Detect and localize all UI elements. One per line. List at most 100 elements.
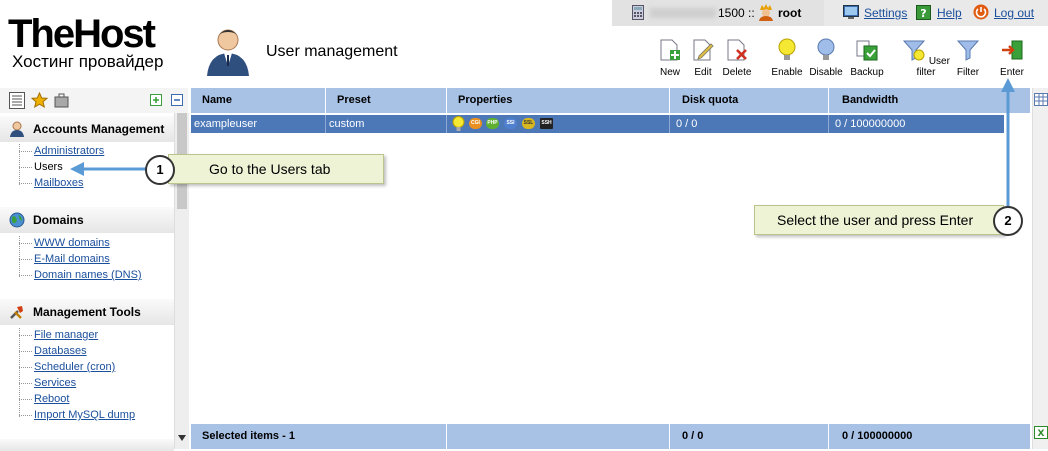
favorites-star-icon[interactable] [31,92,48,109]
footer-bandwidth: 0 / 100000000 [842,430,913,442]
tree-tick [19,167,32,168]
col-disk-quota[interactable]: Disk quota [670,88,829,113]
tree-tick [19,415,32,416]
delete-icon [727,39,747,61]
globe-icon [9,212,25,228]
tools-box-icon[interactable] [54,93,69,108]
tree-tick [19,243,32,244]
disable-button[interactable]: Disable [808,38,844,78]
callout-1: Go to the Users tab [168,154,384,184]
sidebar-item-domain-names-dns[interactable]: Domain names (DNS) [34,268,142,282]
backup-button[interactable]: Backup [849,38,885,78]
collapse-all-icon[interactable] [171,94,183,106]
ssi-badge: SSI [504,118,517,129]
tree-tick [19,183,32,184]
cell-bandwidth: 0 / 100000000 [835,118,906,130]
tree-tick [19,259,32,260]
sidebar-item-users[interactable]: Users [34,160,63,174]
sidebar-item-file-manager[interactable]: File manager [34,328,98,342]
edit-icon [693,39,714,61]
sidebar-item-databases[interactable]: Databases [34,344,87,358]
callout-2: Select the user and press Enter [754,205,1004,235]
page-title: User management [266,43,398,60]
sidebar-item-import-mysql-dump[interactable]: Import MySQL dump [34,408,135,422]
table-footer: Selected items - 1 0 / 0 0 / 100000000 [191,424,1030,449]
svg-text:?: ? [920,7,926,20]
section-next-partial [0,439,174,451]
user-filter-button[interactable]: User filter [902,38,950,78]
tools-icon [10,306,23,319]
ssl-badge: SSL [522,118,535,129]
logout-link[interactable]: Log out [994,6,1034,20]
edit-button[interactable]: Edit [689,38,717,78]
sidebar-item-reboot[interactable]: Reboot [34,392,69,406]
svg-text:X: X [1038,429,1045,439]
sidebar-item-mailboxes[interactable]: Mailboxes [34,176,84,190]
export-excel-icon[interactable]: X [1034,426,1048,439]
delete-button[interactable]: Delete [720,38,754,78]
section-accounts-management[interactable]: Accounts Management [0,116,174,142]
footer-selected-count: Selected items - 1 [191,424,447,449]
logo-subtitle: Хостинг провайдер [12,52,164,71]
sidebar-item-scheduler-cron[interactable]: Scheduler (cron) [34,360,115,374]
table-row[interactable]: exampleuser custom CGI PHP SSI SSL SSH 0… [191,115,1004,133]
sidebar-item-administrators[interactable]: Administrators [34,144,104,158]
backup-icon [856,40,878,61]
col-properties[interactable]: Properties [447,88,670,113]
cell-properties: CGI PHP SSI SSL SSH [447,115,670,133]
username: root [778,6,802,20]
new-button[interactable]: New [656,38,684,78]
settings-link[interactable]: Settings [864,6,907,20]
footer-disk-quota: 0 / 0 [670,424,829,449]
enter-icon [1002,40,1023,60]
list-view-icon[interactable] [9,92,25,109]
table-header: Name Preset Properties Disk quota Bandwi… [191,88,1030,113]
php-badge: PHP [486,118,499,129]
section-domains[interactable]: Domains [0,207,174,233]
table-settings-icon[interactable] [1034,93,1048,106]
sidebar-item-www-domains[interactable]: WWW domains [34,236,110,250]
lightbulb-on-icon [778,38,796,60]
filter-icon [956,40,980,61]
section-management-tools[interactable]: Management Tools [0,299,174,325]
enter-button[interactable]: Enter [996,38,1028,78]
cgi-badge: CGI [469,118,482,129]
sidebar-item-services[interactable]: Services [34,376,76,390]
tree-tick [19,383,32,384]
blurred-id [650,8,716,18]
table-scrollbar[interactable]: X [1032,88,1048,449]
cell-preset: custom [326,115,447,133]
user-info: 1500 :: root [612,0,824,26]
tree-tick [19,151,32,152]
col-bandwidth[interactable]: Bandwidth [829,88,1030,113]
help-link[interactable]: Help [937,6,962,20]
user-filter-icon [902,40,926,61]
calculator-icon [632,5,644,20]
logout-icon[interactable] [973,4,989,20]
sidebar-item-email-domains[interactable]: E-Mail domains [34,252,110,266]
callout-2-number: 2 [993,206,1023,236]
ssh-badge: SSH [540,118,553,129]
lightbulb-off-icon [817,38,835,60]
root-user-icon [759,4,773,21]
enable-button[interactable]: Enable [769,38,805,78]
tree-tick [19,351,32,352]
filter-button[interactable]: Filter [953,38,983,78]
expand-all-icon[interactable] [150,94,162,106]
tree-tick [19,367,32,368]
footer-properties [447,424,670,449]
col-preset[interactable]: Preset [326,88,447,113]
enabled-bulb-icon [452,116,465,131]
accounts-icon [10,121,24,137]
logo: TheHost [8,12,156,56]
scroll-down-arrow-icon[interactable] [178,435,186,441]
user-avatar-icon [207,29,249,76]
tree-line [19,328,34,417]
settings-icon[interactable] [843,5,859,20]
cell-name: exampleuser [191,115,326,133]
help-icon[interactable]: ? [916,5,931,20]
col-name[interactable]: Name [191,88,326,113]
new-icon [660,39,680,61]
user-id: 1500 :: [718,6,755,20]
tree-tick [19,335,32,336]
